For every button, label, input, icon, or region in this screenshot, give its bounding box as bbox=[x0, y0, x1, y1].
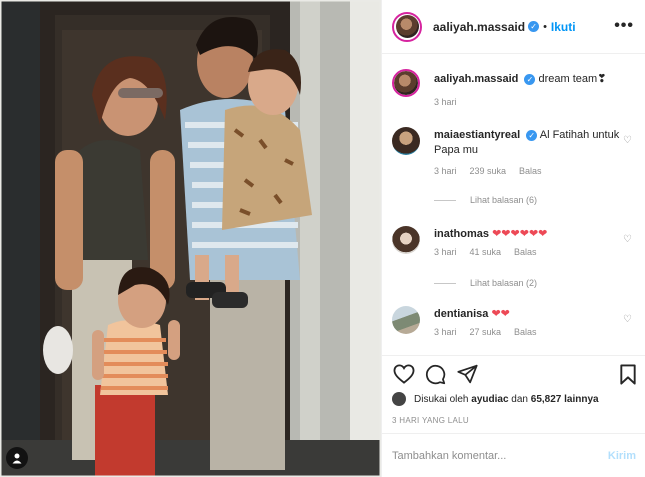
view-replies-button[interactable]: Lihat balasan (6) bbox=[434, 195, 537, 205]
post-side-panel: aaliyah.massaid ✓ • Ikuti ••• aaliyah.ma… bbox=[381, 0, 645, 477]
comment-likes[interactable]: 41 suka bbox=[470, 247, 502, 257]
post-header: aaliyah.massaid ✓ • Ikuti ••• bbox=[382, 0, 645, 54]
post-photo[interactable] bbox=[0, 0, 381, 477]
comment-text: ❤❤❤❤❤❤ bbox=[492, 228, 548, 240]
reply-button[interactable]: Balas bbox=[519, 166, 542, 176]
comments-list[interactable]: aaliyah.massaid ✓ dream team❣ 3 hari mai… bbox=[382, 55, 645, 355]
bookmark-icon[interactable] bbox=[619, 364, 637, 385]
comment-likes[interactable]: 27 suka bbox=[470, 327, 502, 337]
comment-time[interactable]: 3 hari bbox=[434, 166, 457, 176]
liker-username[interactable]: ayudiac bbox=[471, 394, 508, 405]
likes-joiner: dan bbox=[511, 393, 528, 405]
comment-like-heart-icon[interactable]: ♡ bbox=[623, 234, 632, 245]
view-replies-label: Lihat balasan (2) bbox=[470, 278, 538, 288]
family-photo-illustration bbox=[0, 0, 381, 477]
comment-like-heart-icon[interactable]: ♡ bbox=[623, 135, 632, 146]
verified-badge-icon: ✓ bbox=[524, 73, 536, 85]
post-comment-button[interactable]: Kirim bbox=[608, 450, 636, 462]
comment-item: maiaestiantyreal ✓ Al Fatihah untuk Papa… bbox=[392, 127, 636, 176]
separator-dot: • bbox=[543, 20, 547, 33]
follow-button[interactable]: Ikuti bbox=[551, 20, 576, 34]
comment-avatar[interactable] bbox=[392, 226, 420, 254]
caption-time[interactable]: 3 hari bbox=[434, 97, 457, 107]
caption-username[interactable]: aaliyah.massaid bbox=[434, 73, 518, 85]
comment-time[interactable]: 3 hari bbox=[434, 327, 457, 337]
comment-username[interactable]: inathomas bbox=[434, 228, 489, 240]
caption-text: dream team❣ bbox=[538, 73, 607, 85]
caption-avatar[interactable] bbox=[392, 69, 420, 97]
comment-likes[interactable]: 239 suka bbox=[470, 166, 507, 176]
comment-avatar[interactable] bbox=[392, 306, 420, 334]
comment-composer: Kirim bbox=[382, 433, 645, 477]
comment-item: dentianisa ❤❤ 3 hari 27 suka Balas ♡ bbox=[392, 306, 636, 337]
view-replies-button[interactable]: Lihat balasan (2) bbox=[434, 278, 537, 288]
likes-prefix: Disukai oleh bbox=[414, 393, 469, 405]
post-timestamp[interactable]: 3 HARI YANG LALU bbox=[392, 416, 469, 425]
comment-item: inathomas ❤❤❤❤❤❤ 3 hari 41 suka Balas ♡ bbox=[392, 226, 636, 257]
reply-button[interactable]: Balas bbox=[514, 327, 537, 337]
view-replies-label: Lihat balasan (6) bbox=[470, 195, 538, 205]
comment-username[interactable]: maiaestiantyreal bbox=[434, 129, 520, 141]
more-options-icon[interactable]: ••• bbox=[614, 18, 634, 34]
verified-badge-icon: ✓ bbox=[526, 129, 538, 141]
comment-time[interactable]: 3 hari bbox=[434, 247, 457, 257]
author-username[interactable]: aaliyah.massaid bbox=[433, 20, 525, 34]
share-icon[interactable] bbox=[457, 364, 478, 384]
comment-input[interactable] bbox=[392, 446, 592, 466]
reply-button[interactable]: Balas bbox=[514, 247, 537, 257]
action-bar bbox=[382, 355, 645, 393]
author-avatar[interactable] bbox=[392, 11, 422, 42]
caption: aaliyah.massaid ✓ dream team❣ 3 hari bbox=[392, 69, 636, 107]
comment-like-heart-icon[interactable]: ♡ bbox=[623, 314, 632, 325]
likes-others-count[interactable]: 65,827 lainnya bbox=[531, 394, 599, 405]
liker-avatar[interactable] bbox=[392, 392, 406, 406]
comment-text: ❤❤ bbox=[491, 308, 510, 320]
heart-icon[interactable] bbox=[393, 364, 415, 384]
user-tag-icon[interactable] bbox=[6, 447, 28, 469]
comment-icon[interactable] bbox=[425, 364, 446, 385]
comment-avatar[interactable] bbox=[392, 127, 420, 155]
comment-username[interactable]: dentianisa bbox=[434, 308, 488, 320]
verified-badge-icon: ✓ bbox=[528, 21, 540, 32]
likes-summary[interactable]: Disukai oleh ayudiac dan 65,827 lainnya bbox=[392, 392, 599, 406]
